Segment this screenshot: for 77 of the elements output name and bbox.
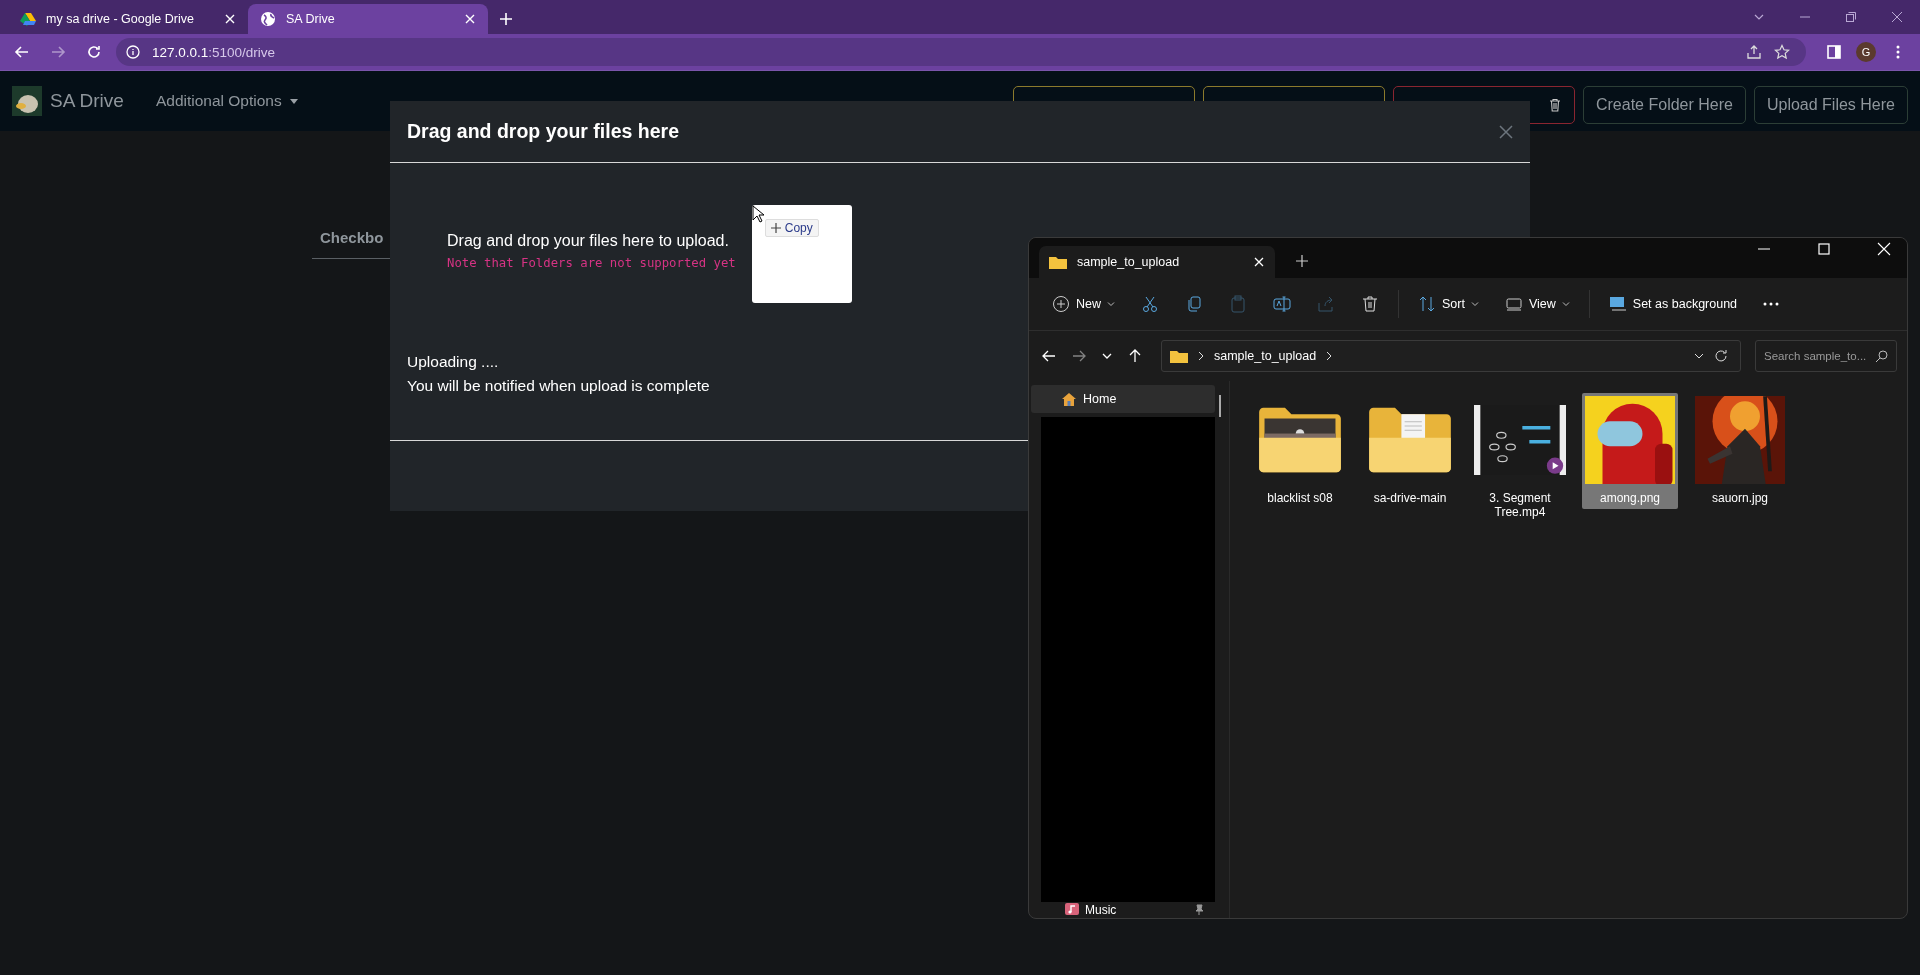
file-item[interactable]: sauorn.jpg bbox=[1692, 393, 1788, 509]
plus-icon bbox=[770, 223, 781, 233]
new-button[interactable]: New bbox=[1041, 289, 1126, 319]
drop-instructions: Drag and drop your files here to upload. bbox=[447, 232, 729, 250]
file-name: blacklist s08 bbox=[1266, 491, 1334, 505]
sort-button[interactable]: Sort bbox=[1407, 289, 1490, 319]
upload-status-text: You will be notified when upload is complete bbox=[407, 377, 710, 395]
file-name: sauorn.jpg bbox=[1710, 491, 1769, 505]
search-icon[interactable] bbox=[1875, 349, 1889, 363]
forward-icon[interactable] bbox=[50, 44, 66, 60]
side-panel-icon[interactable] bbox=[1826, 44, 1842, 60]
photo-folder-icon bbox=[1257, 405, 1343, 475]
file-item[interactable]: among.png bbox=[1582, 393, 1678, 509]
trash-icon bbox=[1548, 98, 1562, 112]
home-icon bbox=[1061, 391, 1077, 407]
url-text: 127.0.0.1:5100/drive bbox=[152, 44, 276, 60]
chevron-down-icon bbox=[1470, 299, 1479, 309]
file-name: 3. Segment Tree.mp4 bbox=[1488, 491, 1552, 519]
info-icon bbox=[126, 45, 140, 59]
brand-title[interactable]: SA Drive bbox=[50, 90, 124, 112]
trash-icon bbox=[1361, 295, 1379, 313]
file-name: sa-drive-main bbox=[1372, 491, 1448, 505]
breadcrumb[interactable]: sample_to_upload bbox=[1214, 349, 1317, 363]
globe-icon bbox=[260, 11, 276, 27]
upload-status-text: Uploading .... bbox=[407, 353, 499, 371]
drive-icon bbox=[20, 11, 36, 27]
music-icon bbox=[1065, 903, 1079, 917]
share-icon[interactable] bbox=[1746, 44, 1762, 60]
copy-icon bbox=[1185, 295, 1203, 313]
search-field[interactable]: Search sample_to... bbox=[1755, 340, 1897, 372]
more-icon bbox=[1763, 302, 1780, 306]
browser-tab[interactable]: my sa drive - Google Drive bbox=[8, 4, 248, 34]
explorer-tab[interactable]: sample_to_upload bbox=[1039, 246, 1275, 278]
back-icon[interactable] bbox=[1041, 348, 1057, 364]
path-bar[interactable]: sample_to_upload bbox=[1161, 340, 1741, 372]
chevron-down-icon bbox=[1107, 299, 1115, 309]
bird-logo-icon bbox=[12, 86, 42, 116]
maximize-icon[interactable] bbox=[1817, 242, 1831, 256]
plus-circle-icon bbox=[1052, 295, 1070, 313]
chevron-down-icon bbox=[1561, 299, 1570, 309]
file-item[interactable]: sa-drive-main bbox=[1362, 393, 1458, 509]
chevron-right-icon bbox=[1325, 351, 1334, 361]
forward-icon[interactable] bbox=[1071, 348, 1087, 364]
additional-options-menu[interactable]: Additional Options bbox=[155, 92, 298, 110]
browser-tab[interactable]: SA Drive bbox=[248, 4, 488, 34]
chevron-right-icon bbox=[1197, 351, 1205, 361]
reload-icon[interactable] bbox=[86, 44, 102, 60]
modal-title: Drag and drop your files here bbox=[407, 120, 679, 143]
up-icon[interactable] bbox=[1127, 348, 1143, 364]
monitor-icon bbox=[1504, 295, 1523, 313]
file-item[interactable]: blacklist s08 bbox=[1252, 393, 1348, 509]
scissors-icon bbox=[1141, 295, 1159, 313]
restore-icon[interactable] bbox=[1845, 11, 1857, 23]
star-icon[interactable] bbox=[1774, 44, 1790, 60]
new-tab-icon[interactable] bbox=[1295, 254, 1309, 268]
nav-item[interactable]: Home bbox=[1031, 385, 1215, 413]
nav-item[interactable]: Music bbox=[1085, 903, 1117, 917]
toolbar-button[interactable]: Upload Files Here bbox=[1753, 86, 1908, 124]
view-button[interactable]: View bbox=[1493, 289, 1581, 319]
caret-icon bbox=[289, 98, 298, 104]
clipboard-icon bbox=[1229, 295, 1247, 313]
file-item[interactable]: 3. Segment Tree.mp4 bbox=[1472, 393, 1568, 523]
profile-avatar[interactable]: G bbox=[1856, 42, 1876, 62]
rename-icon bbox=[1273, 295, 1291, 313]
back-icon[interactable] bbox=[14, 44, 30, 60]
address-bar[interactable]: 127.0.0.1:5100/drive bbox=[116, 38, 1806, 66]
folder-note: Note that Folders are not supported yet bbox=[447, 256, 736, 270]
file-name: among.png bbox=[1598, 491, 1661, 505]
share-icon bbox=[1317, 295, 1335, 313]
background-button[interactable]: Set as background bbox=[1597, 289, 1749, 319]
wallpaper-icon bbox=[1608, 295, 1627, 313]
sort-icon bbox=[1418, 295, 1436, 313]
copy-badge: Copy bbox=[764, 219, 819, 237]
pin-icon[interactable] bbox=[1193, 904, 1205, 916]
refresh-icon[interactable] bbox=[1714, 349, 1728, 363]
toolbar-button[interactable]: Create Folder Here bbox=[1583, 86, 1746, 124]
document-folder-icon bbox=[1367, 405, 1453, 475]
